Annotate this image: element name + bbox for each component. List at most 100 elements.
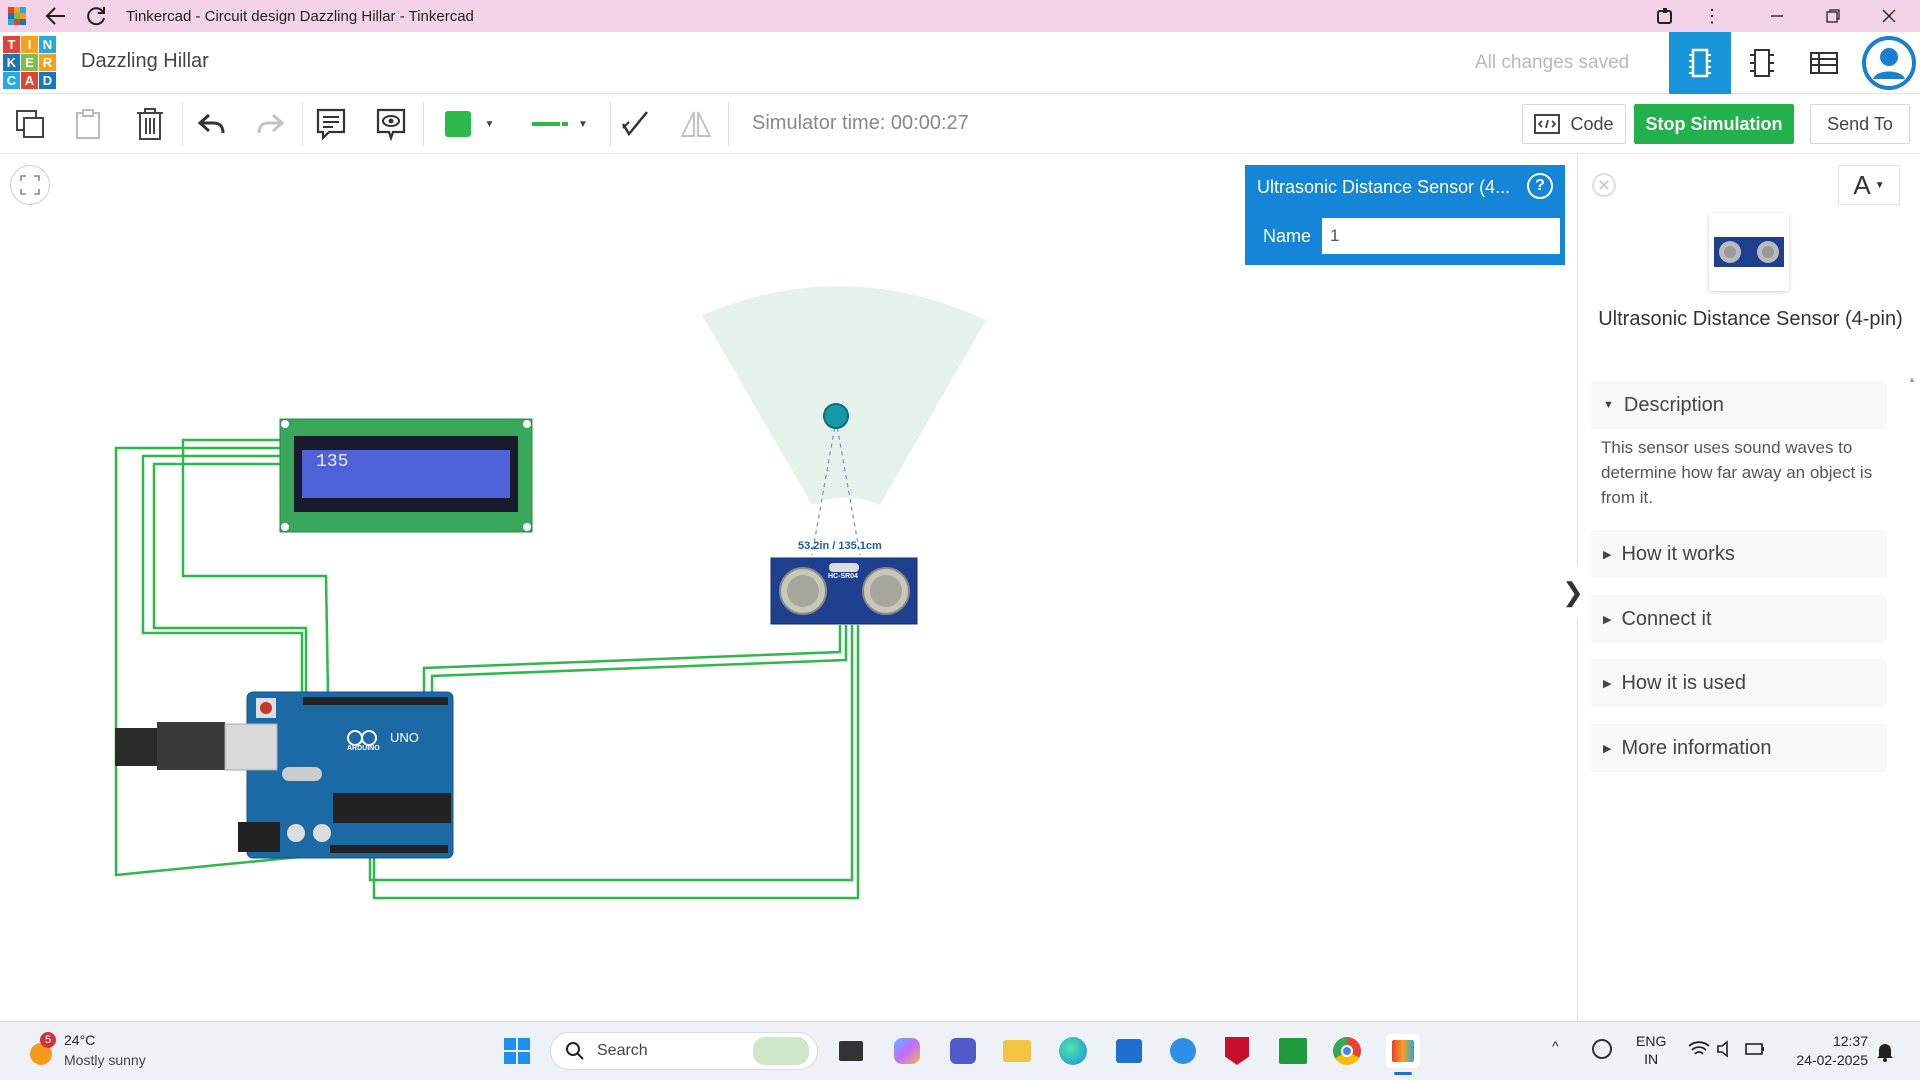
restore-icon[interactable]	[1820, 4, 1846, 28]
toolbar: ▼ ▼ Simulator time: 00:00:27 Code Stop S…	[0, 94, 1920, 154]
tinkercad-icon	[1392, 1040, 1414, 1062]
task-view-app[interactable]	[834, 1034, 868, 1068]
accordion-more-information[interactable]: ▶ More information	[1591, 724, 1887, 772]
chrome-app[interactable]	[1330, 1034, 1364, 1068]
window-title-bar: Tinkercad - Circuit design Dazzling Hill…	[0, 0, 1920, 32]
language-indicator[interactable]: ENG IN	[1636, 1032, 1666, 1068]
close-panel-button[interactable]	[1592, 173, 1616, 197]
redo-button[interactable]	[250, 104, 290, 144]
lcd-display[interactable]	[279, 418, 533, 533]
network-status-icon[interactable]	[1592, 1039, 1612, 1059]
copilot-app[interactable]	[890, 1034, 924, 1068]
schematic-view-button[interactable]	[1731, 32, 1793, 94]
arduino-board[interactable]	[115, 691, 454, 859]
notification-bell-icon[interactable]	[1876, 1042, 1894, 1067]
chevron-down-icon: ▼	[1874, 179, 1885, 191]
store-app[interactable]	[1112, 1034, 1146, 1068]
user-avatar[interactable]	[1858, 32, 1920, 94]
design-name[interactable]: Dazzling Hillar	[81, 50, 209, 73]
lang-bottom: IN	[1644, 1051, 1659, 1067]
collapse-panel-icon[interactable]: ❯	[1562, 565, 1584, 619]
file-explorer-app[interactable]	[1000, 1034, 1034, 1068]
section-label: How it is used	[1621, 671, 1746, 694]
weather-temp: 24°C	[64, 1032, 96, 1048]
circuit-canvas[interactable]: 135 53.2in / 135.1cm HC-SR04 UNO ARDUINO	[0, 155, 1577, 1021]
battery-icon[interactable]	[1744, 1040, 1766, 1063]
name-input[interactable]	[1322, 218, 1560, 254]
target-object[interactable]	[823, 403, 849, 429]
logo-letter: K	[3, 54, 20, 71]
align-button[interactable]	[615, 104, 655, 144]
accordion-connect-it[interactable]: ▶ Connect it	[1591, 595, 1887, 643]
clock[interactable]: 12:37 24-02-2025	[1780, 1032, 1868, 1070]
cloud-icon	[1170, 1038, 1196, 1064]
chevron-down-icon: ▼	[578, 118, 588, 130]
scrollbar[interactable]: ▲	[1908, 375, 1918, 1015]
scroll-up-icon[interactable]: ▲	[1908, 375, 1918, 384]
caret-right-icon: ▶	[1603, 548, 1612, 561]
section-label: More information	[1621, 736, 1772, 759]
chrome-icon	[1333, 1037, 1361, 1065]
paste-button[interactable]	[68, 104, 108, 144]
search-icon	[566, 1042, 584, 1060]
redo-icon	[257, 113, 285, 134]
refresh-icon[interactable]	[80, 5, 112, 27]
ultrasonic-sensor[interactable]	[770, 557, 918, 625]
search-label: Search	[597, 1042, 648, 1059]
code-button-label: Code	[1570, 113, 1614, 134]
back-arrow-icon[interactable]	[40, 5, 72, 27]
delete-button[interactable]	[130, 104, 170, 144]
copy-button[interactable]	[10, 104, 50, 144]
caret-right-icon: ▶	[1603, 677, 1612, 690]
tinkercad-logo[interactable]: T I N K E R C A D	[3, 36, 57, 90]
list-icon	[1810, 52, 1838, 74]
caret-down-icon: ▼	[1603, 399, 1614, 411]
flip-button[interactable]	[676, 104, 716, 144]
ultrasonic-sensor-icon	[1714, 237, 1784, 267]
sensor-detection-area	[702, 286, 986, 505]
visibility-button[interactable]	[371, 104, 411, 144]
volume-icon[interactable]	[1716, 1040, 1736, 1063]
clock-date: 24-02-2025	[1796, 1052, 1868, 1068]
start-button[interactable]	[500, 1034, 534, 1068]
wire-color-dropdown[interactable]: ▼	[432, 104, 507, 144]
wire-style-icon	[532, 122, 569, 126]
chart-app-icon	[1279, 1038, 1307, 1064]
mcafee-app[interactable]	[1220, 1034, 1254, 1068]
teams-app[interactable]	[946, 1034, 980, 1068]
code-icon	[1534, 114, 1561, 134]
taskbar-search[interactable]: Search	[550, 1032, 818, 1070]
green-app[interactable]	[1276, 1034, 1310, 1068]
description-body: This sensor uses sound waves to determin…	[1591, 429, 1887, 520]
accordion-how-it-is-used[interactable]: ▶ How it is used	[1591, 659, 1887, 707]
send-to-button[interactable]: Send To	[1810, 104, 1910, 144]
notes-icon	[316, 108, 346, 141]
wire-color-swatch	[444, 111, 471, 137]
weather-app[interactable]	[1166, 1034, 1200, 1068]
code-button[interactable]: Code	[1522, 104, 1626, 144]
close-icon[interactable]	[1876, 4, 1902, 28]
help-icon[interactable]: ?	[1527, 173, 1553, 199]
description-header[interactable]: ▼ Description	[1591, 381, 1887, 429]
wifi-icon[interactable]	[1688, 1040, 1710, 1063]
wire-type-dropdown[interactable]: ▼	[518, 104, 600, 144]
minimize-icon[interactable]	[1764, 4, 1790, 28]
weather-widget[interactable]: 5	[24, 1032, 58, 1068]
accordion-how-it-works[interactable]: ▶ How it works	[1591, 530, 1887, 578]
lang-top: ENG	[1636, 1033, 1667, 1049]
tinkercad-favicon	[8, 7, 26, 25]
component-thumbnail	[1709, 213, 1789, 291]
circuit-view-button[interactable]	[1669, 32, 1731, 94]
font-size-button[interactable]: A ▼	[1838, 165, 1900, 205]
taskbar: 5 24°C Mostly sunny Search ^ ENG IN 12:3…	[0, 1021, 1920, 1080]
notes-button[interactable]	[311, 104, 351, 144]
more-menu-icon[interactable]: ⋮	[1702, 4, 1722, 28]
component-list-button[interactable]	[1793, 32, 1855, 94]
undo-button[interactable]	[192, 104, 232, 144]
tinkercad-app[interactable]	[1386, 1034, 1420, 1068]
edge-app[interactable]	[1056, 1034, 1090, 1068]
task-view-icon	[839, 1041, 863, 1061]
chevron-up-icon[interactable]: ^	[1552, 1038, 1559, 1054]
extensions-icon[interactable]	[1652, 4, 1678, 28]
stop-simulation-button[interactable]: Stop Simulation	[1634, 104, 1794, 144]
